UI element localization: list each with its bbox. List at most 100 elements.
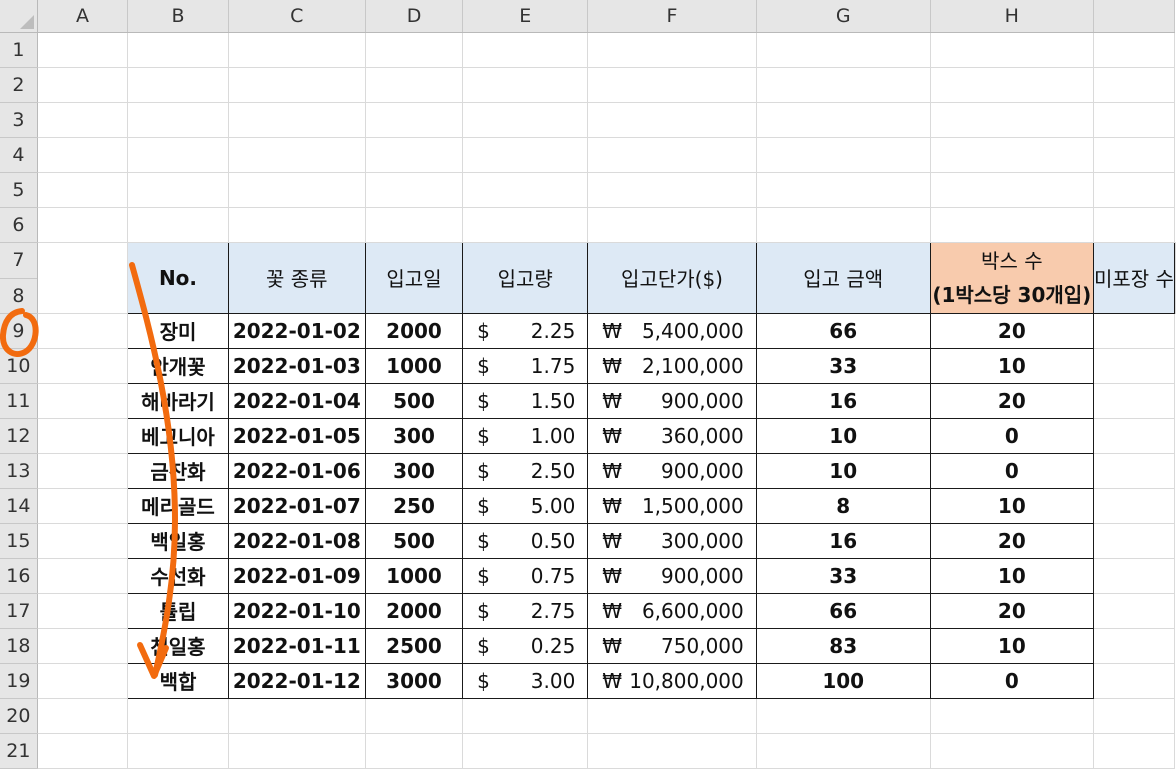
unit-price[interactable]: $5.00: [462, 487, 589, 524]
cell-b3[interactable]: [127, 102, 229, 138]
cell-a5[interactable]: [37, 172, 129, 208]
cell-extra[interactable]: [1093, 453, 1176, 489]
cell-g6[interactable]: [756, 207, 931, 243]
cell-h3[interactable]: [930, 102, 1094, 138]
unpacked-count[interactable]: 0: [929, 417, 1094, 454]
unit-price[interactable]: $2.75: [462, 592, 589, 629]
receive-quantity[interactable]: 300: [364, 452, 464, 489]
cell-extra[interactable]: [1093, 733, 1176, 769]
unit-price[interactable]: $2.50: [462, 452, 589, 489]
flower-name[interactable]: 해바라기: [127, 382, 229, 419]
cell-e21[interactable]: [462, 733, 589, 769]
cell-a11[interactable]: [37, 383, 129, 419]
receive-date[interactable]: 2022-01-10: [227, 592, 366, 629]
cell-f2[interactable]: [587, 67, 757, 103]
box-count[interactable]: 10: [755, 417, 931, 454]
cell-e20[interactable]: [462, 698, 589, 734]
cell-d20[interactable]: [365, 698, 464, 734]
cell-a7[interactable]: [37, 242, 129, 314]
row-header-20[interactable]: 20: [0, 698, 38, 734]
cell-extra[interactable]: [1093, 102, 1176, 138]
cell-f21[interactable]: [587, 733, 757, 769]
row-header-16[interactable]: 16: [0, 558, 38, 594]
cell-h4[interactable]: [930, 137, 1094, 173]
cell-a20[interactable]: [37, 698, 129, 734]
cell-h1[interactable]: [930, 32, 1094, 68]
unit-price[interactable]: $0.50: [462, 522, 589, 559]
cell-e4[interactable]: [462, 137, 589, 173]
unpacked-count[interactable]: 10: [929, 557, 1094, 594]
receive-date[interactable]: 2022-01-07: [227, 487, 366, 524]
cell-extra[interactable]: [1093, 67, 1176, 103]
unpacked-count[interactable]: 10: [929, 347, 1094, 384]
cell-b1[interactable]: [127, 32, 229, 68]
cell-f3[interactable]: [587, 102, 757, 138]
unpacked-count[interactable]: 0: [929, 662, 1094, 699]
column-header-e[interactable]: E: [462, 0, 589, 33]
cell-d3[interactable]: [365, 102, 464, 138]
cell-a15[interactable]: [37, 523, 129, 559]
receive-amount[interactable]: ₩900,000: [587, 382, 757, 419]
cell-g21[interactable]: [756, 733, 931, 769]
flower-name[interactable]: 베고니아: [127, 417, 229, 454]
cell-c3[interactable]: [228, 102, 366, 138]
cell-b2[interactable]: [127, 67, 229, 103]
receive-date[interactable]: 2022-01-08: [227, 522, 366, 559]
cell-a12[interactable]: [37, 418, 129, 454]
cell-a3[interactable]: [37, 102, 129, 138]
cell-f1[interactable]: [587, 32, 757, 68]
row-header-1[interactable]: 1: [0, 32, 38, 68]
receive-date[interactable]: 2022-01-04: [227, 382, 366, 419]
cell-c5[interactable]: [228, 172, 366, 208]
row-header-10[interactable]: 10: [0, 348, 38, 384]
row-header-17[interactable]: 17: [0, 593, 38, 629]
cell-a18[interactable]: [37, 628, 129, 664]
cell-f4[interactable]: [587, 137, 757, 173]
receive-date[interactable]: 2022-01-06: [227, 452, 366, 489]
header-date[interactable]: 입고일: [364, 241, 464, 314]
cell-extra[interactable]: [1093, 348, 1176, 384]
row-header-19[interactable]: 19: [0, 663, 38, 699]
unpacked-count[interactable]: 20: [929, 592, 1094, 629]
select-all-corner[interactable]: [0, 0, 38, 33]
flower-name[interactable]: 수선화: [127, 557, 229, 594]
unpacked-count[interactable]: 20: [929, 312, 1094, 349]
receive-amount[interactable]: ₩6,600,000: [587, 592, 757, 629]
flower-name[interactable]: 장미: [127, 312, 229, 349]
column-header-h[interactable]: H: [930, 0, 1094, 33]
cell-extra[interactable]: [1093, 593, 1176, 629]
cell-d6[interactable]: [365, 207, 464, 243]
box-count[interactable]: 16: [755, 522, 931, 559]
unpacked-count[interactable]: 10: [929, 627, 1094, 664]
receive-amount[interactable]: ₩750,000: [587, 627, 757, 664]
row-header-6[interactable]: 6: [0, 207, 38, 243]
receive-amount[interactable]: ₩360,000: [587, 417, 757, 454]
receive-quantity[interactable]: 3000: [364, 662, 464, 699]
header-quantity[interactable]: 입고량: [462, 241, 589, 314]
cell-c21[interactable]: [228, 733, 366, 769]
receive-date[interactable]: 2022-01-05: [227, 417, 366, 454]
box-count[interactable]: 66: [755, 312, 931, 349]
receive-quantity[interactable]: 2000: [364, 312, 464, 349]
flower-name[interactable]: 안개꽃: [127, 347, 229, 384]
unit-price[interactable]: $1.00: [462, 417, 589, 454]
cell-a2[interactable]: [37, 67, 129, 103]
column-header-b[interactable]: B: [127, 0, 229, 33]
cell-a19[interactable]: [37, 663, 129, 699]
flower-name[interactable]: 튤립: [127, 592, 229, 629]
cell-d5[interactable]: [365, 172, 464, 208]
box-count[interactable]: 16: [755, 382, 931, 419]
header-no[interactable]: No.: [127, 241, 229, 314]
cell-a17[interactable]: [37, 593, 129, 629]
receive-quantity[interactable]: 300: [364, 417, 464, 454]
flower-name[interactable]: 메리골드: [127, 487, 229, 524]
receive-quantity[interactable]: 250: [364, 487, 464, 524]
receive-quantity[interactable]: 2500: [364, 627, 464, 664]
cell-g5[interactable]: [756, 172, 931, 208]
flower-name[interactable]: 백합: [127, 662, 229, 699]
cell-h6[interactable]: [930, 207, 1094, 243]
cell-extra[interactable]: [1093, 383, 1176, 419]
flower-name[interactable]: 금잔화: [127, 452, 229, 489]
header-unit-price[interactable]: 입고단가($): [587, 241, 757, 314]
cell-f20[interactable]: [587, 698, 757, 734]
